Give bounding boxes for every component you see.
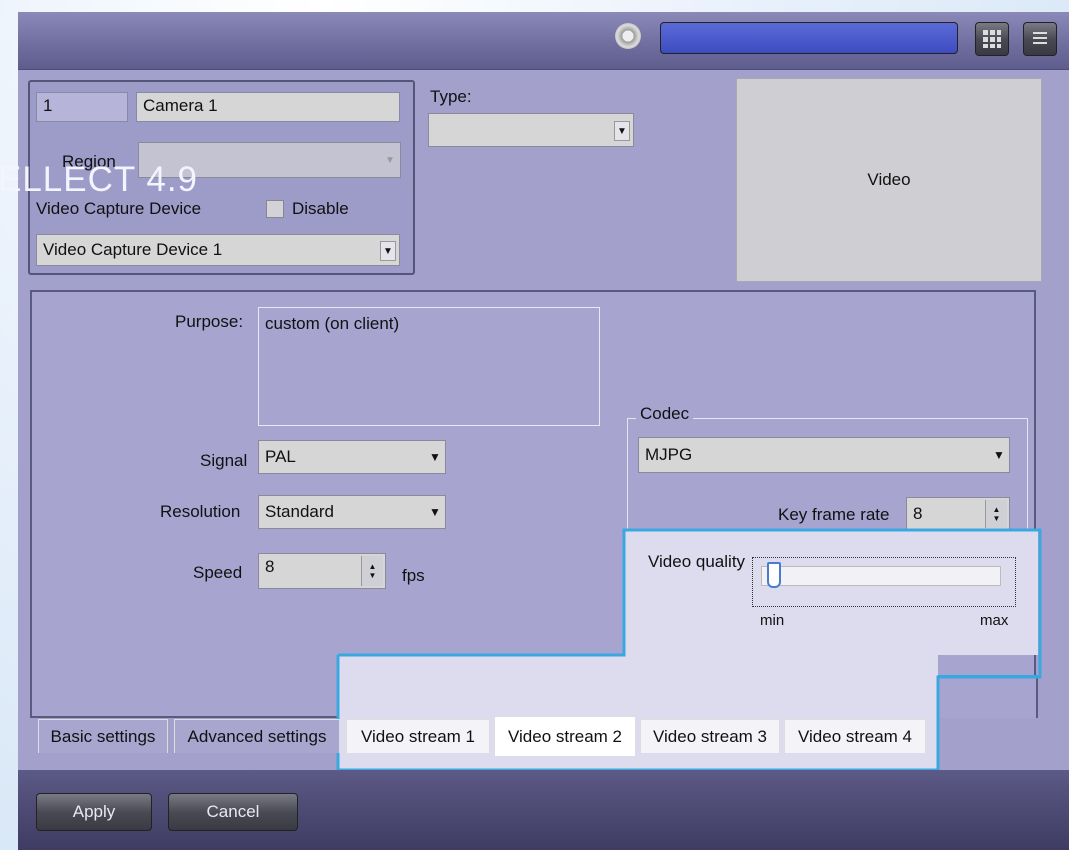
slider-track — [761, 566, 1001, 586]
tab-video-stream-4[interactable]: Video stream 4 — [784, 719, 926, 753]
apply-button[interactable]: Apply — [36, 793, 152, 831]
tab-video-stream-3[interactable]: Video stream 3 — [640, 719, 780, 753]
tab-video-stream-1[interactable]: Video stream 1 — [346, 719, 490, 753]
slider-thumb[interactable] — [767, 562, 781, 588]
video-quality-label: Video quality — [648, 552, 746, 571]
video-quality-slider[interactable] — [752, 557, 1016, 607]
cancel-button[interactable]: Cancel — [168, 793, 298, 831]
slider-max-label: max — [980, 612, 1009, 629]
tab-video-stream-2[interactable]: Video stream 2 — [494, 716, 636, 756]
tab-advanced-settings[interactable]: Advanced settings — [174, 719, 340, 753]
tab-basic-settings[interactable]: Basic settings — [38, 719, 168, 753]
slider-min-label: min — [760, 612, 785, 629]
